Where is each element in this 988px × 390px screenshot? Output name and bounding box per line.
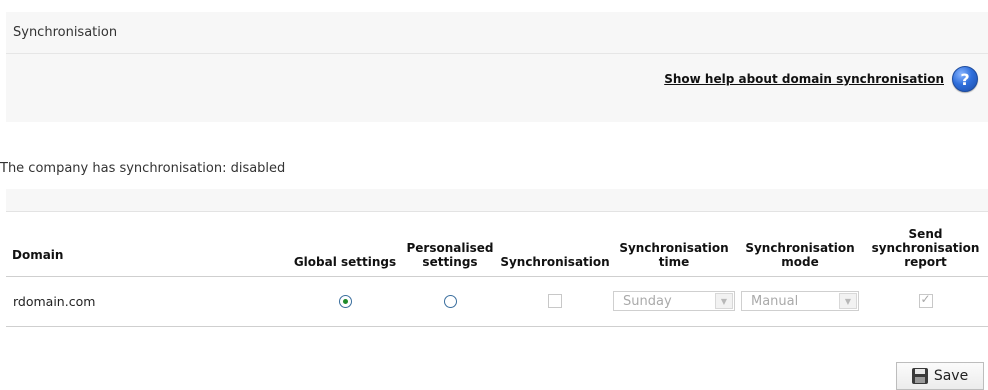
- panel-title: Synchronisation: [6, 12, 988, 54]
- synchronisation-mode-value: Manual: [751, 293, 799, 309]
- synchronisation-time-cell: Sunday ▼: [611, 276, 737, 327]
- table-toolbar-strip: [6, 189, 988, 212]
- personalised-settings-cell: [401, 276, 499, 327]
- column-header-domain: Domain: [6, 213, 289, 277]
- synchronisation-time-value: Sunday: [623, 293, 672, 309]
- help-link[interactable]: Show help about domain synchronisation: [664, 72, 944, 86]
- save-button-label: Save: [933, 368, 969, 384]
- synchronisation-mode-cell: Manual ▼: [737, 276, 863, 327]
- chevron-down-icon: ▼: [839, 293, 857, 309]
- company-sync-status: The company has synchronisation: disable…: [0, 161, 286, 176]
- personalised-settings-radio[interactable]: [443, 295, 457, 308]
- domain-cell: rdomain.com: [6, 276, 289, 327]
- save-button[interactable]: Save: [896, 362, 984, 390]
- send-report-cell: [863, 276, 988, 327]
- synchronisation-panel: Synchronisation Show help about domain s…: [6, 12, 988, 122]
- synchronisation-mode-select[interactable]: Manual ▼: [741, 291, 859, 311]
- domain-name: rdomain.com: [13, 293, 96, 309]
- column-header-global-settings: Global settings: [289, 213, 401, 277]
- floppy-disk-icon: [911, 368, 928, 384]
- synchronisation-time-select[interactable]: Sunday ▼: [613, 291, 735, 311]
- column-header-synchronisation-mode: Synchronisation mode: [737, 213, 863, 277]
- help-icon[interactable]: ?: [952, 66, 978, 92]
- domains-table: Domain Global settings Personalised sett…: [6, 213, 988, 327]
- help-row: Show help about domain synchronisation ?: [664, 66, 978, 92]
- global-settings-radio[interactable]: [338, 295, 352, 308]
- global-settings-cell: [289, 276, 401, 327]
- table-row: rdomain.com Sunday ▼ Manual ▼: [6, 276, 988, 327]
- column-header-synchronisation: Synchronisation: [499, 213, 611, 277]
- synchronisation-cell: [499, 276, 611, 327]
- column-header-synchronisation-time: Synchronisation time: [611, 213, 737, 277]
- column-header-send-report: Send synchronisation report: [863, 213, 988, 277]
- synchronisation-checkbox[interactable]: [548, 294, 562, 309]
- table-header-row: Domain Global settings Personalised sett…: [6, 213, 988, 277]
- chevron-down-icon: ▼: [715, 293, 733, 309]
- column-header-personalised-settings: Personalised settings: [401, 213, 499, 277]
- send-report-checkbox[interactable]: [918, 292, 933, 309]
